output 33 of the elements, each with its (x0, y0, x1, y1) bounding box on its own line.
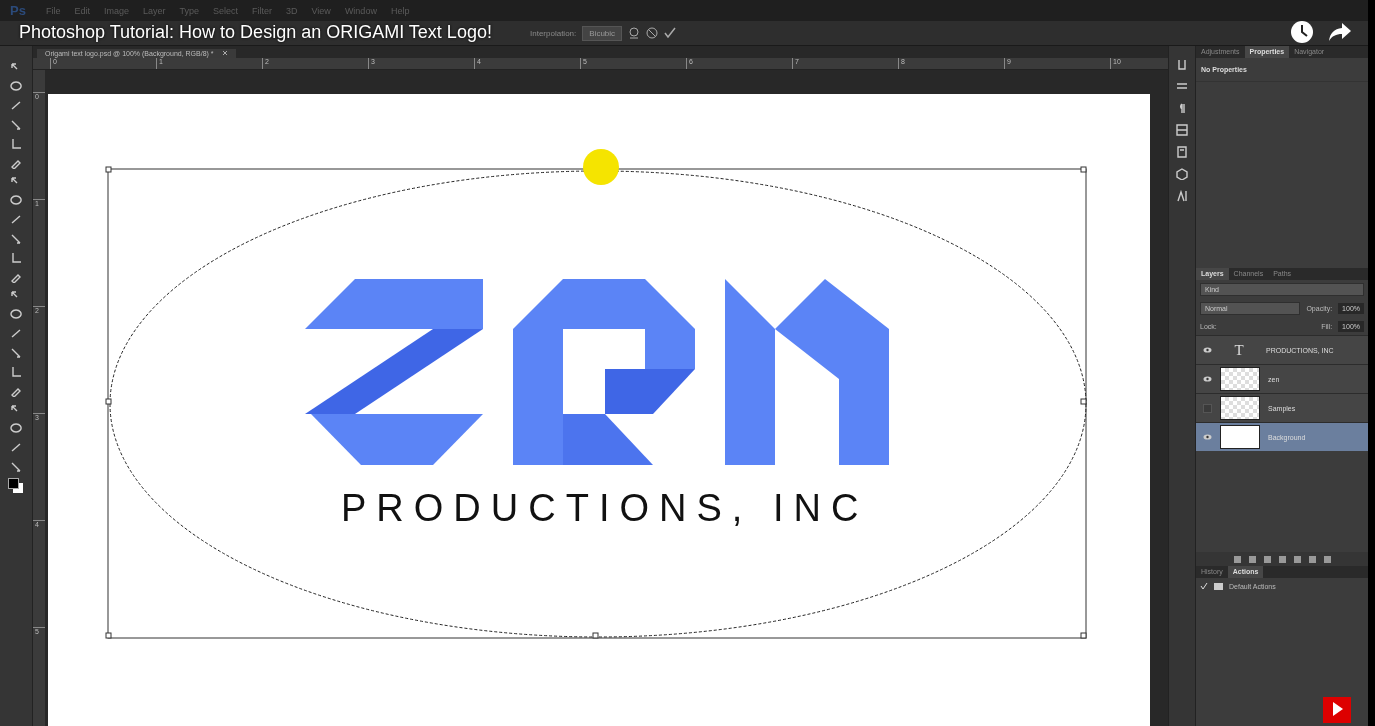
layer-thumbnail (1220, 367, 1260, 391)
warp-icon[interactable] (628, 27, 641, 39)
tool-icon[interactable] (9, 364, 23, 380)
panel-icon[interactable] (1176, 80, 1188, 92)
interpolation-select[interactable]: Bicubic (582, 25, 623, 41)
color-swatch-icon[interactable] (8, 478, 24, 494)
menu-item[interactable]: View (311, 5, 331, 16)
clock-icon[interactable] (1290, 20, 1314, 44)
layer-thumbnail (1220, 425, 1260, 449)
subscribe-icon[interactable] (1323, 697, 1351, 723)
eye-icon[interactable] (1202, 434, 1212, 440)
panel-icon[interactable] (1176, 190, 1188, 202)
tool-icon[interactable] (9, 250, 23, 266)
folder-icon (1214, 582, 1223, 590)
share-arrow-icon[interactable] (1328, 22, 1352, 42)
eye-icon[interactable] (1202, 376, 1212, 382)
visibility-toggle[interactable] (1202, 403, 1212, 413)
layer-thumbnail: T (1233, 340, 1245, 360)
cursor-highlight (583, 149, 619, 185)
interpolation-label: Interpolation: (530, 28, 577, 38)
tagline-text: PRODUCTIONS, INC (341, 488, 869, 528)
layer-thumbnail (1220, 396, 1260, 420)
eye-icon[interactable] (1202, 347, 1212, 353)
close-icon[interactable] (221, 50, 228, 56)
panel-icon[interactable] (1176, 58, 1188, 70)
panel-icon[interactable] (1176, 124, 1188, 136)
video-title: Photoshop Tutorial: How to Design an ORIGAMI Text Logo! (19, 22, 492, 43)
panel-icon[interactable] (1176, 146, 1188, 158)
tool-icon[interactable] (9, 136, 23, 152)
cancel-icon[interactable] (646, 27, 659, 39)
app-logo: Ps (10, 3, 26, 18)
checkmark-icon[interactable] (664, 27, 677, 39)
panel-icon[interactable] (1176, 168, 1188, 180)
